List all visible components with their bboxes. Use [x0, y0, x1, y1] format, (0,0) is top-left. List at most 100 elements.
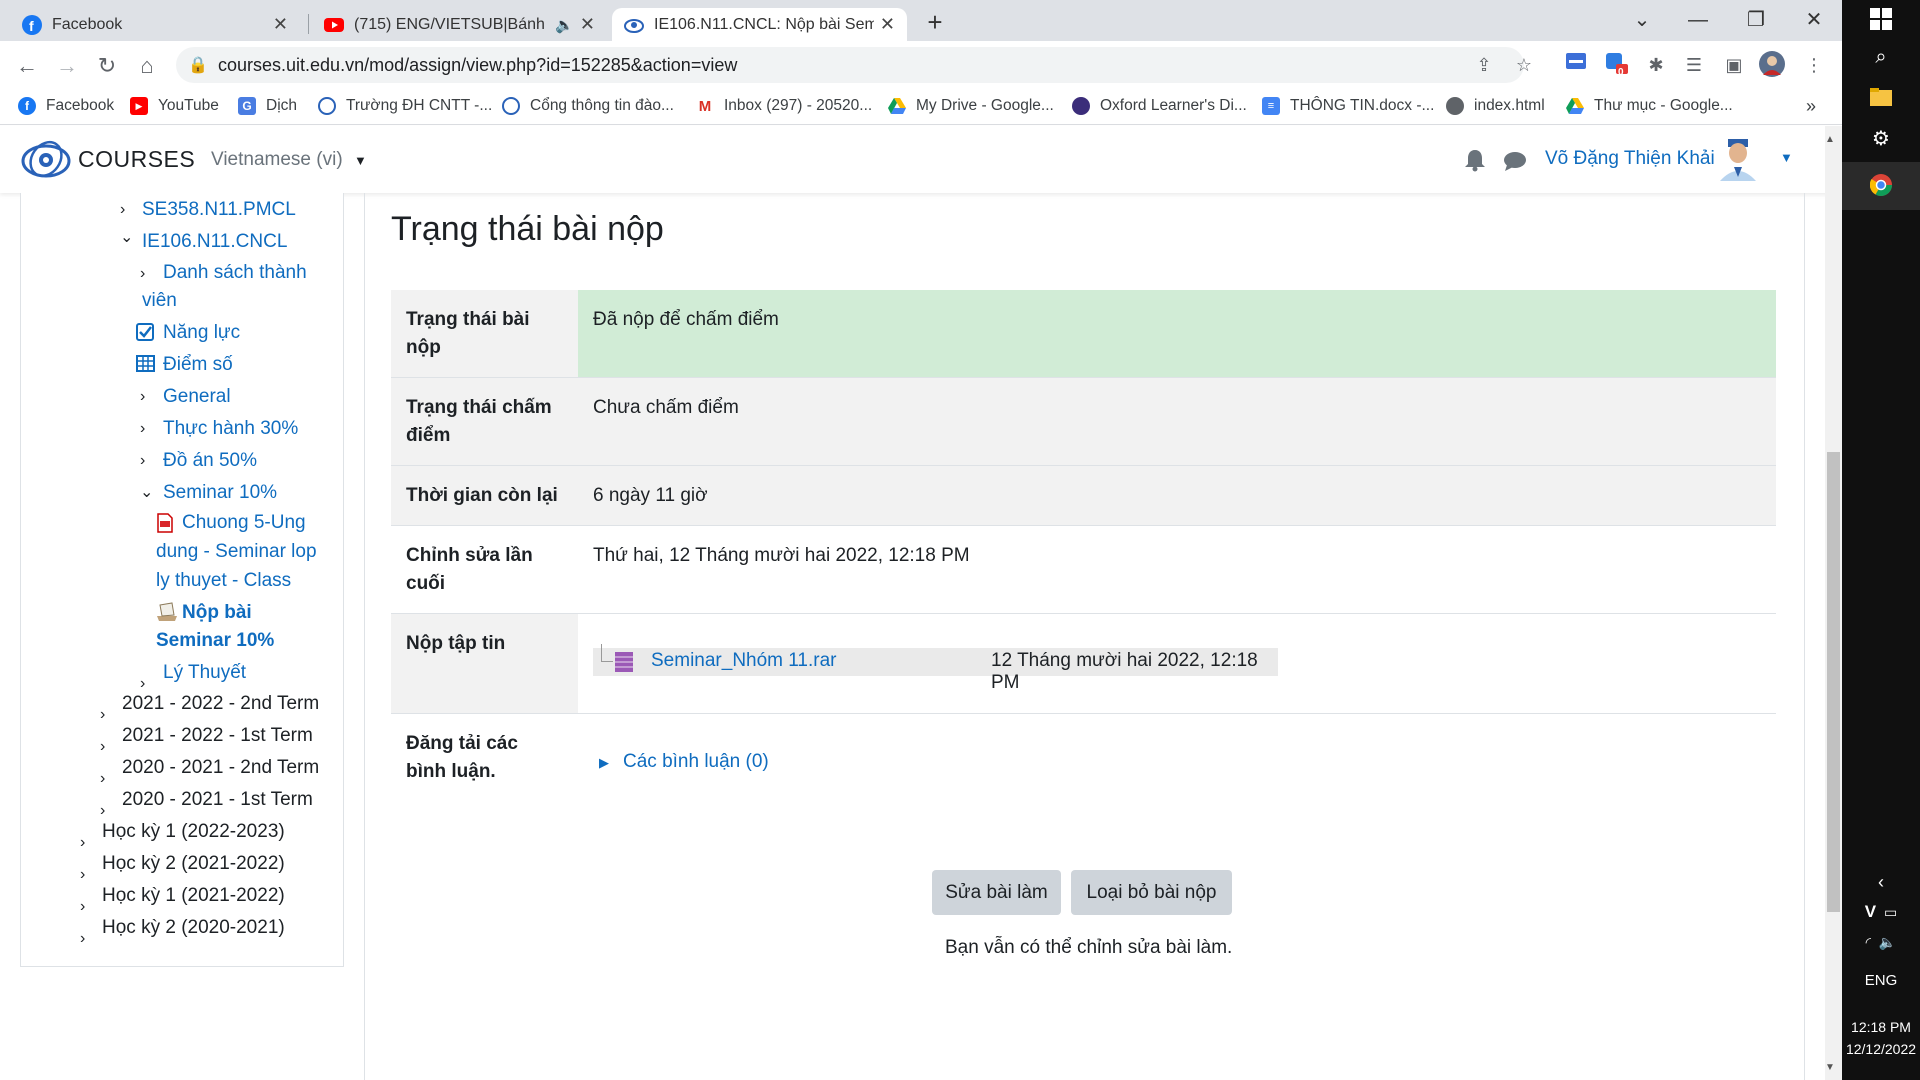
close-icon[interactable]: ✕ [580, 14, 595, 35]
more-bookmarks-button[interactable]: » [1806, 93, 1816, 119]
chevron-right-icon[interactable]: › [140, 265, 145, 283]
file-explorer-icon[interactable] [1842, 88, 1920, 111]
language-selector[interactable]: Vietnamese (vi) ▼ [211, 149, 367, 171]
chrome-taskbar-icon[interactable] [1842, 162, 1920, 210]
nav-section-seminar[interactable]: Seminar 10% [163, 479, 277, 507]
windows-start-icon[interactable] [1842, 8, 1920, 35]
new-tab-button[interactable]: + [920, 8, 950, 38]
close-icon[interactable]: ✕ [880, 14, 895, 35]
nav-hocky-1-2021-2022[interactable]: Học kỳ 1 (2021-2022) [102, 882, 285, 910]
nav-current-assignment[interactable]: Nộp bài [182, 599, 252, 627]
tab-facebook[interactable]: f Facebook ✕ [10, 8, 300, 41]
back-icon[interactable]: ← [12, 51, 42, 81]
comments-link[interactable]: Các bình luận (0) [623, 751, 769, 773]
bookmark-gmail[interactable]: M Inbox (297) - 20520... [696, 93, 872, 119]
reload-icon[interactable]: ↻ [92, 51, 122, 81]
nav-section-do-an[interactable]: Đồ án 50% [163, 447, 257, 475]
chevron-right-icon[interactable]: › [80, 898, 85, 916]
close-window-button[interactable]: ✕ [1794, 4, 1834, 36]
uit-logo-icon[interactable] [20, 137, 72, 181]
nav-term-2020-2021-1st[interactable]: 2020 - 2021 - 1st Term [122, 786, 313, 814]
user-menu-caret-icon[interactable]: ▼ [1780, 150, 1793, 165]
chevron-up-icon[interactable]: ‹ [1842, 872, 1920, 893]
nav-resource-chuong5-line3[interactable]: ly thuyet - Class [156, 567, 291, 595]
translate-extension-icon[interactable] [1562, 51, 1590, 79]
bookmark-my-drive[interactable]: My Drive - Google... [888, 93, 1054, 119]
ime-indicator[interactable]: V ▭ [1842, 902, 1920, 922]
side-panel-icon[interactable]: ▣ [1720, 51, 1748, 79]
chevron-right-icon[interactable]: › [80, 866, 85, 884]
nav-course-se358[interactable]: SE358.N11.PMCL [142, 196, 296, 224]
restore-button[interactable]: ❐ [1736, 4, 1776, 36]
scroll-up-arrow-icon[interactable]: ▲ [1825, 134, 1835, 145]
bookmark-index-html[interactable]: index.html [1446, 93, 1545, 119]
network-volume-icons[interactable]: ◜ 🔈 [1842, 934, 1920, 951]
nav-term-2021-2022-1st[interactable]: 2021 - 2022 - 1st Term [122, 722, 313, 750]
scrollbar-thumb[interactable] [1827, 452, 1840, 912]
bookmark-youtube[interactable]: ▶ YouTube [130, 93, 219, 119]
user-avatar[interactable] [1718, 137, 1758, 181]
chevron-right-icon[interactable]: › [80, 834, 85, 852]
nav-competencies[interactable]: Năng lực [163, 319, 240, 347]
tab-search-icon[interactable]: ⌄ [1622, 4, 1662, 36]
bookmark-dich[interactable]: G Dịch [238, 93, 297, 119]
remove-submission-button[interactable]: Loại bỏ bài nộp [1071, 870, 1232, 915]
file-link[interactable]: Seminar_Nhóm 11.rar [651, 650, 837, 672]
user-name[interactable]: Võ Đặng Thiện Khải [1545, 148, 1715, 170]
nav-participants[interactable]: Danh sách thành [163, 259, 307, 287]
bookmark-thu-muc[interactable]: Thư mục - Google... [1566, 93, 1733, 119]
tab-assignment[interactable]: IE106.N11.CNCL: Nộp bài Semina ✕ [612, 8, 907, 41]
forward-icon[interactable]: → [52, 51, 82, 81]
chevron-right-icon[interactable]: › [100, 770, 105, 788]
puzzle-extensions-icon[interactable]: ✱ [1642, 51, 1670, 79]
extension-badge-icon[interactable] [1602, 51, 1630, 79]
settings-gear-icon[interactable]: ⚙ [1842, 126, 1920, 151]
bookmark-cong-thong-tin[interactable]: Cổng thông tin đào... [502, 93, 674, 119]
chevron-right-icon[interactable]: › [140, 420, 145, 438]
messages-chat-icon[interactable] [1503, 150, 1527, 177]
chevron-right-icon[interactable]: › [80, 930, 85, 948]
share-icon[interactable]: ⇪ [1470, 51, 1498, 79]
chevron-right-icon[interactable]: › [100, 706, 105, 724]
minimize-button[interactable]: — [1678, 4, 1718, 36]
tab-youtube[interactable]: (715) ENG/VIETSUB|Bánh mì 🔈 ✕ [312, 8, 607, 41]
speaker-icon[interactable]: 🔈 [555, 16, 574, 34]
nav-course-ie106[interactable]: IE106.N11.CNCL [142, 228, 287, 256]
clock-date[interactable]: 12/12/2022 [1842, 1041, 1920, 1057]
close-icon[interactable]: ✕ [273, 14, 288, 35]
scroll-down-arrow-icon[interactable]: ▼ [1825, 1062, 1835, 1073]
nav-term-2021-2022-2nd[interactable]: 2021 - 2022 - 2nd Term [122, 690, 319, 718]
chevron-right-icon[interactable]: › [140, 388, 145, 406]
nav-hocky-1-2022-2023[interactable]: Học kỳ 1 (2022-2023) [102, 818, 285, 846]
menu-kebab-icon[interactable]: ⋮ [1800, 51, 1828, 79]
clock-time[interactable]: 12:18 PM [1842, 1019, 1920, 1035]
caret-right-icon[interactable]: ▶ [599, 755, 609, 771]
bookmark-truong-dh-cntt[interactable]: Trường ĐH CNTT -... [318, 93, 492, 119]
site-name[interactable]: COURSES [78, 146, 195, 173]
edit-submission-button[interactable]: Sửa bài làm [932, 870, 1061, 915]
chevron-down-icon[interactable]: ⌄ [120, 227, 133, 247]
nav-section-thuc-hanh[interactable]: Thực hành 30% [163, 415, 298, 443]
nav-resource-chuong5-line2[interactable]: dung - Seminar lop [156, 538, 317, 566]
nav-hocky-2-2020-2021[interactable]: Học kỳ 2 (2020-2021) [102, 914, 285, 942]
nav-grades[interactable]: Điểm số [163, 351, 233, 379]
nav-resource-chuong5[interactable]: Chuong 5-Ung [182, 509, 306, 537]
lock-icon[interactable]: 🔒 [188, 55, 208, 75]
bookmark-thong-tin-docx[interactable]: ≡ THÔNG TIN.docx -... [1262, 93, 1434, 119]
nav-hocky-2-2021-2022[interactable]: Học kỳ 2 (2021-2022) [102, 850, 285, 878]
search-icon[interactable]: ⌕ [1842, 46, 1920, 69]
bookmark-star-icon[interactable]: ☆ [1510, 51, 1538, 79]
home-icon[interactable]: ⌂ [132, 51, 162, 81]
media-queue-icon[interactable]: ☰ [1680, 51, 1708, 79]
nav-section-ly-thuyet[interactable]: Lý Thuyết [163, 659, 246, 687]
chevron-right-icon[interactable]: › [140, 452, 145, 470]
nav-participants-cont[interactable]: viên [142, 287, 177, 315]
chevron-down-icon[interactable]: ⌄ [140, 482, 153, 502]
bookmark-facebook[interactable]: f Facebook [18, 93, 114, 119]
bookmark-oxford[interactable]: Oxford Learner's Di... [1072, 93, 1247, 119]
chevron-right-icon[interactable]: › [120, 201, 125, 219]
input-language[interactable]: ENG [1842, 972, 1920, 989]
nav-term-2020-2021-2nd[interactable]: 2020 - 2021 - 2nd Term [122, 754, 319, 782]
notifications-bell-icon[interactable] [1464, 148, 1486, 177]
profile-avatar-icon[interactable] [1758, 51, 1786, 79]
